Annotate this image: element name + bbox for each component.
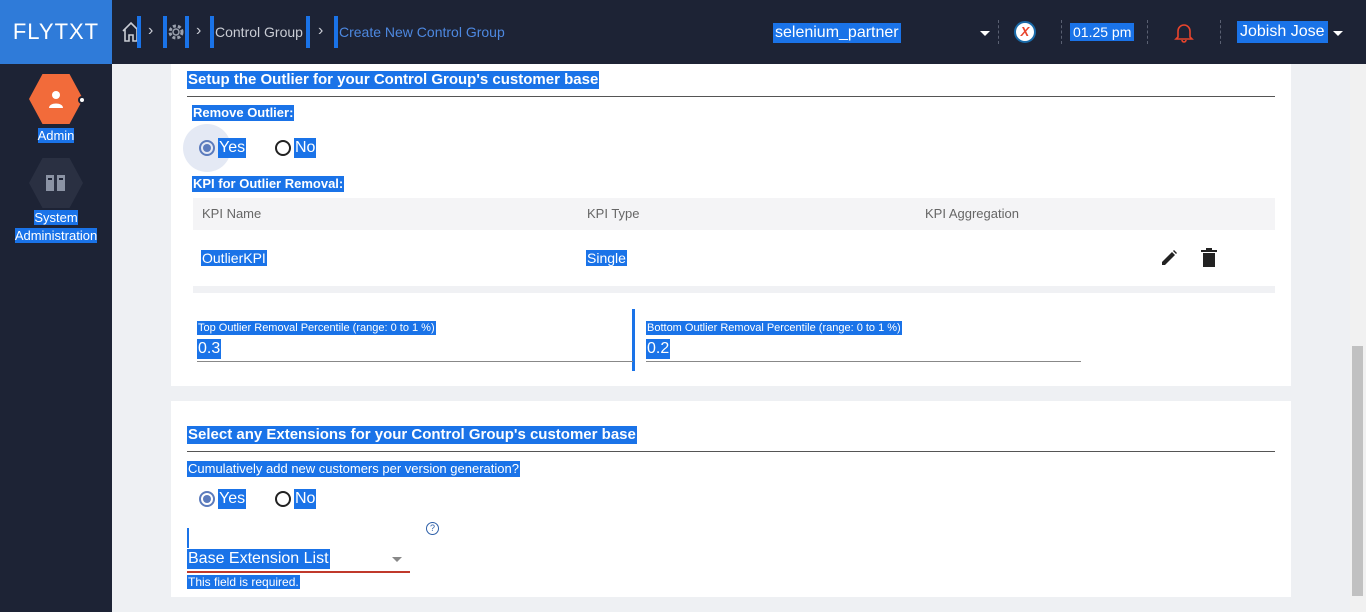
radio-unselected-icon[interactable] xyxy=(275,140,291,156)
section-title: Select any Extensions for your Control G… xyxy=(187,426,637,444)
kpi-outlier-label: KPI for Outlier Removal: xyxy=(192,176,345,192)
divider xyxy=(998,20,999,44)
remove-outlier-no[interactable]: No xyxy=(275,138,317,158)
sidebar-item-label: Administration xyxy=(14,228,98,243)
divider xyxy=(187,451,1275,452)
bell-icon[interactable] xyxy=(1173,21,1195,48)
selection-bar xyxy=(187,528,189,548)
section-title: Setup the Outlier for your Control Group… xyxy=(187,71,600,89)
kpi-type-cell: Single xyxy=(586,250,627,266)
base-extension-select[interactable]: Base Extension List xyxy=(187,548,410,573)
kpi-name-cell: OutlierKPI xyxy=(201,250,267,266)
breadcrumb-highlight xyxy=(306,16,310,48)
table-header: KPI Name KPI Type KPI Aggregation xyxy=(193,198,1275,230)
column-header: KPI Name xyxy=(202,206,262,221)
active-dot xyxy=(78,96,86,104)
cumulative-question: Cumulatively add new customers per versi… xyxy=(187,461,520,477)
sidebar-item-label: System xyxy=(34,210,78,225)
breadcrumb-highlight xyxy=(137,16,141,48)
admin-icon xyxy=(29,74,83,124)
cumulative-no[interactable]: No xyxy=(275,489,317,509)
delete-icon[interactable] xyxy=(1200,248,1218,273)
help-icon[interactable]: ? xyxy=(426,522,439,535)
column-header: KPI Aggregation xyxy=(925,206,1019,221)
radio-selected-icon[interactable] xyxy=(199,140,215,156)
remove-outlier-label: Remove Outlier: xyxy=(192,105,295,121)
sidebar: Admin System Administration xyxy=(0,64,112,612)
partner-select[interactable]: selenium_partner xyxy=(773,23,901,43)
bottom-percentile-label: Bottom Outlier Removal Percentile (range… xyxy=(646,321,902,335)
edit-icon[interactable] xyxy=(1159,248,1179,273)
breadcrumb-highlight xyxy=(210,16,214,48)
radio-label: No xyxy=(294,138,317,158)
breadcrumb-create-control-group: Create New Control Group xyxy=(339,24,505,40)
breadcrumb-highlight xyxy=(185,16,189,48)
scrollbar[interactable] xyxy=(1350,64,1366,612)
server-icon xyxy=(29,158,83,208)
radio-unselected-icon[interactable] xyxy=(275,491,291,507)
chevron-down-icon[interactable] xyxy=(1333,31,1343,36)
error-underline xyxy=(187,571,410,573)
x-logo-icon[interactable]: X xyxy=(1014,21,1036,43)
table-footer xyxy=(193,286,1275,293)
error-message: This field is required. xyxy=(187,575,300,589)
input-underline xyxy=(646,361,1081,362)
sidebar-item-label: Admin xyxy=(37,128,75,143)
divider xyxy=(1061,20,1062,44)
breadcrumb-highlight xyxy=(334,16,338,48)
top-percentile-input[interactable]: 0.3 xyxy=(197,339,222,359)
remove-outlier-yes[interactable]: Yes xyxy=(199,138,247,158)
clock-time: 01.25 pm xyxy=(1070,23,1135,41)
radio-selected-icon[interactable] xyxy=(199,491,215,507)
sidebar-item-system-administration[interactable]: System Administration xyxy=(0,158,112,245)
divider xyxy=(1147,20,1148,44)
kpi-aggregation-cell xyxy=(924,250,926,266)
bottom-percentile-input[interactable]: 0.2 xyxy=(646,339,671,359)
input-underline xyxy=(197,361,633,362)
chevron-right-icon: › xyxy=(196,22,202,39)
chevron-down-icon[interactable] xyxy=(392,557,402,562)
sidebar-item-admin[interactable]: Admin xyxy=(0,74,112,145)
app-logo[interactable]: FLYTXT xyxy=(0,0,112,64)
radio-label: Yes xyxy=(218,489,247,509)
select-placeholder: Base Extension List xyxy=(187,549,330,569)
scrollbar-thumb[interactable] xyxy=(1352,346,1363,596)
chevron-down-icon[interactable] xyxy=(980,31,990,36)
cumulative-yes[interactable]: Yes xyxy=(199,489,247,509)
top-bar: FLYTXT › › Control Group › Create New Co… xyxy=(0,0,1366,64)
gear-icon[interactable] xyxy=(166,22,186,47)
radio-label: Yes xyxy=(218,138,247,158)
extensions-section: Select any Extensions for your Control G… xyxy=(171,401,1291,597)
breadcrumb-control-group[interactable]: Control Group xyxy=(215,16,303,48)
chevron-right-icon: › xyxy=(318,22,324,39)
divider xyxy=(1220,20,1221,44)
chevron-right-icon: › xyxy=(148,22,154,39)
outlier-section: Setup the Outlier for your Control Group… xyxy=(171,64,1291,386)
radio-label: No xyxy=(294,489,317,509)
top-percentile-label: Top Outlier Removal Percentile (range: 0… xyxy=(197,321,436,335)
user-menu[interactable]: Jobish Jose xyxy=(1237,21,1328,43)
column-header: KPI Type xyxy=(587,206,640,221)
divider xyxy=(187,96,1275,97)
